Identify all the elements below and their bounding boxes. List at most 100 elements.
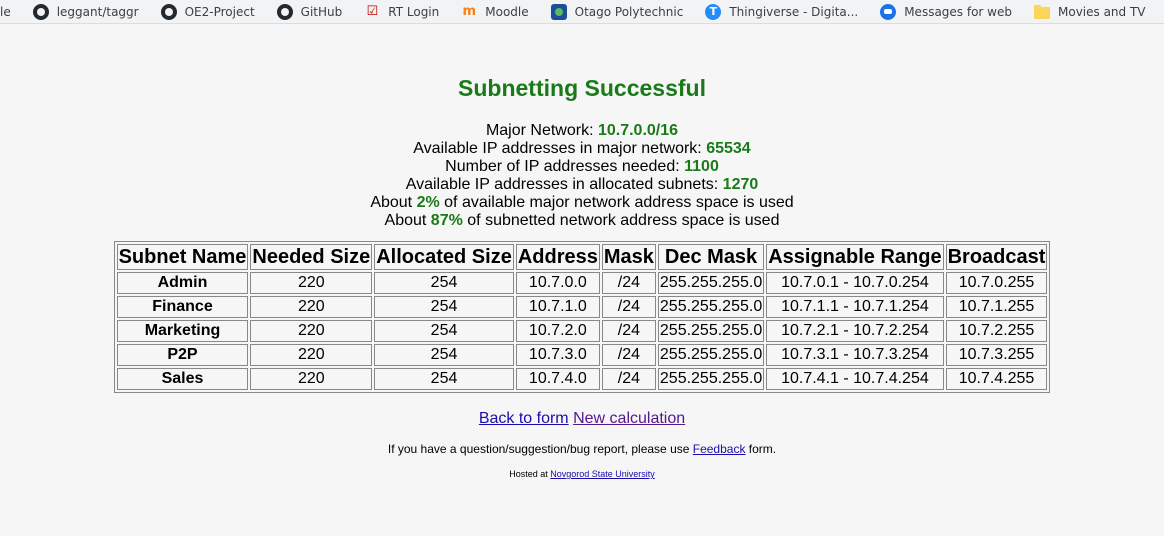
bookmark-item[interactable]: T Thingiverse - Digita... — [705, 3, 859, 20]
column-header-assignable-range: Assignable Range — [766, 244, 944, 270]
cell-allocated-size: 254 — [374, 272, 514, 294]
cell-dec-mask: 255.255.255.0 — [657, 368, 765, 390]
pct-subnet-value: 87% — [430, 212, 463, 229]
cell-broadcast: 10.7.3.255 — [945, 344, 1048, 366]
bookmark-item[interactable]: m Moodle — [461, 4, 528, 20]
bookmark-item[interactable]: ☑ RT Login — [364, 4, 439, 20]
allocated-value: 1270 — [722, 176, 759, 193]
bookmark-item[interactable]: Messages for web — [880, 3, 1012, 20]
cell-subnet-name: P2P — [116, 344, 249, 366]
stat-needed: Number of IP addresses needed: 1100 — [445, 158, 719, 175]
bookmark-item[interactable]: OE2-Project — [160, 3, 255, 20]
cell-mask: /24 — [601, 320, 656, 342]
cell-broadcast: 10.7.1.255 — [945, 296, 1048, 318]
page-title: Subnetting Successful — [458, 75, 706, 101]
table-row: Sales 220 254 10.7.4.0/24 255.255.255.0 10.7.… — [116, 368, 1048, 390]
github-icon — [32, 3, 49, 20]
stats-block: Major Network: 10.7.0.0/16 Available IP … — [0, 122, 1164, 230]
stat-major-network: Major Network: 10.7.0.0/16 — [485, 122, 679, 139]
cell-address: 10.7.3.0 — [515, 344, 600, 366]
bookmark-label: Movies and TV — [1058, 4, 1146, 19]
cell-subnet-name: Finance — [116, 296, 249, 318]
cell-assignable-range: 10.7.2.1 - 10.7.2.254 — [766, 320, 944, 342]
rt-icon: ☑ — [366, 3, 379, 19]
bookmarks-bar: le leggant/taggr OE2-Project GitHub ☑ RT Logi… — [0, 0, 1164, 24]
cell-dec-mask: 255.255.255.0 — [657, 272, 765, 294]
nav-links: Back to form New calculation — [0, 410, 1164, 428]
bookmark-label: Thingiverse - Digita... — [729, 4, 859, 19]
subnet-table: Subnet Name Needed Size Allocated Size Addr… — [113, 241, 1051, 393]
feedback-link[interactable]: Feedback — [693, 442, 746, 456]
folder-icon — [1034, 4, 1050, 19]
hosted-footer: Hosted at Novgorod State University — [509, 469, 655, 479]
bookmark-item[interactable]: leggant/taggr — [32, 3, 139, 20]
cell-subnet-name: Admin — [116, 272, 249, 294]
messages-icon — [880, 3, 897, 20]
cell-allocated-size: 254 — [374, 296, 514, 318]
cell-broadcast: 10.7.2.255 — [945, 320, 1048, 342]
column-header-broadcast: Broadcast — [945, 244, 1048, 270]
bookmark-label: Moodle — [485, 4, 529, 19]
cell-mask: /24 — [601, 272, 656, 294]
cell-allocated-size: 254 — [374, 368, 514, 390]
moodle-icon: m — [462, 3, 477, 19]
help-text: If you have a question/suggestion/bug re… — [387, 442, 777, 456]
cell-assignable-range: 10.7.0.1 - 10.7.0.254 — [766, 272, 944, 294]
bookmark-item[interactable]: Movies and TV — [1034, 4, 1146, 20]
bookmark-item[interactable]: Otago Polytechnic — [550, 3, 683, 20]
cell-assignable-range: 10.7.3.1 - 10.7.3.254 — [766, 344, 944, 366]
new-calculation-link[interactable]: New calculation — [573, 410, 685, 427]
table-row: Finance 220 254 10.7.1.0/24 255.255.255.0 10.… — [116, 296, 1048, 318]
available-major-value: 65534 — [706, 140, 751, 157]
cell-needed-size: 220 — [250, 368, 373, 390]
cell-dec-mask: 255.255.255.0 — [657, 320, 765, 342]
otago-icon — [550, 3, 567, 20]
bookmark-label: leggant/taggr — [56, 4, 139, 19]
bookmark-label: GitHub — [300, 4, 343, 19]
column-header-dec-mask: Dec Mask — [657, 244, 765, 270]
cell-dec-mask: 255.255.255.0 — [657, 296, 765, 318]
pct-major-value: 2% — [416, 194, 440, 211]
hosted-university-link[interactable]: Novgorod State University — [550, 469, 655, 479]
cell-mask: /24 — [601, 368, 656, 390]
cell-needed-size: 220 — [250, 320, 373, 342]
column-header-subnet-name: Subnet Name — [116, 244, 249, 270]
cell-address: 10.7.4.0 — [515, 368, 600, 390]
cell-mask: /24 — [601, 344, 656, 366]
column-header-address: Address — [515, 244, 600, 270]
bookmark-label: RT Login — [388, 4, 440, 19]
table-header-row: Subnet Name Needed Size Allocated Size Addr… — [116, 244, 1048, 270]
major-network-value: 10.7.0.0/16 — [597, 122, 679, 139]
stat-available-major: Available IP addresses in major network:… — [413, 140, 751, 157]
needed-value: 1100 — [684, 158, 719, 175]
github-icon — [276, 3, 293, 20]
back-to-form-link[interactable]: Back to form — [479, 410, 569, 427]
table-row: P2P 220 254 10.7.3.0/24 255.255.255.0 10.7.3.… — [116, 344, 1048, 366]
cell-assignable-range: 10.7.1.1 - 10.7.1.254 — [766, 296, 944, 318]
bookmark-label: OE2-Project — [184, 4, 255, 19]
table-row: Marketing 220 254 10.7.2.0/24 255.255.255.0 1… — [116, 320, 1048, 342]
cell-needed-size: 220 — [250, 296, 373, 318]
bookmark-item[interactable]: GitHub — [276, 3, 343, 20]
cell-broadcast: 10.7.4.255 — [945, 368, 1048, 390]
bookmark-label: le — [0, 4, 11, 19]
thingiverse-icon: T — [705, 3, 722, 20]
cell-allocated-size: 254 — [374, 344, 514, 366]
bookmark-label: Messages for web — [904, 4, 1012, 19]
stat-pct-subnet: About 87% of subnetted network address s… — [384, 212, 780, 229]
cell-subnet-name: Marketing — [116, 320, 249, 342]
cell-dec-mask: 255.255.255.0 — [657, 344, 765, 366]
cell-subnet-name: Sales — [116, 368, 249, 390]
main-content: Subnetting Successful Major Network: 10.… — [0, 74, 1164, 479]
column-header-allocated-size: Allocated Size — [374, 244, 514, 270]
cell-needed-size: 220 — [250, 272, 373, 294]
cell-assignable-range: 10.7.4.1 - 10.7.4.254 — [766, 368, 944, 390]
stat-allocated: Available IP addresses in allocated subn… — [405, 176, 759, 193]
bookmark-item[interactable]: le — [0, 4, 11, 20]
table-body: Admin 220 254 10.7.0.0/24 255.255.255.0 10.7.… — [116, 272, 1048, 390]
cell-mask: /24 — [601, 296, 656, 318]
cell-allocated-size: 254 — [374, 320, 514, 342]
column-header-mask: Mask — [601, 244, 656, 270]
column-header-needed-size: Needed Size — [250, 244, 373, 270]
stat-pct-major: About 2% of available major network addr… — [370, 194, 794, 211]
